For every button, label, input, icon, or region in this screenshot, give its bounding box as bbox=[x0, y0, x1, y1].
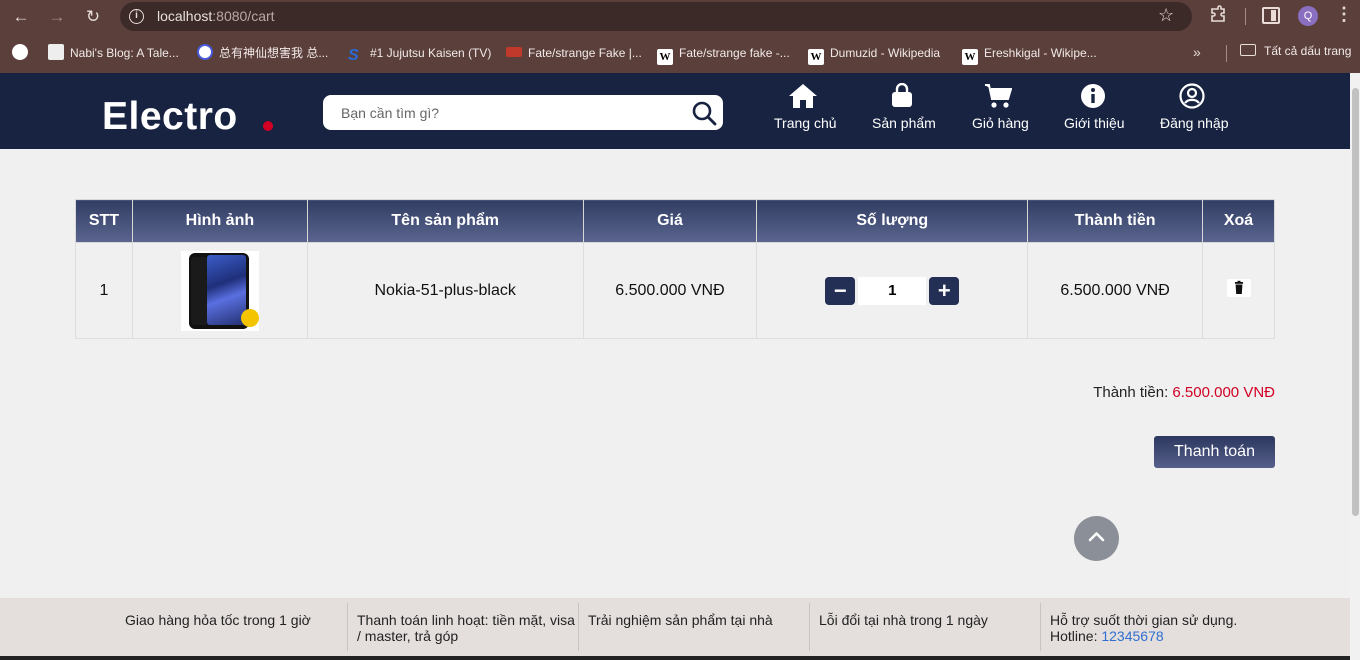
nav-label: Trang chủ bbox=[774, 115, 837, 131]
column-header: Số lượng bbox=[756, 199, 1029, 243]
apps-globe-icon[interactable] bbox=[12, 44, 34, 62]
search-input[interactable] bbox=[323, 95, 723, 130]
total-label: Thành tiền: bbox=[1093, 384, 1169, 401]
cart-total: Thành tiền: 6.500.000 VNĐ bbox=[1093, 384, 1275, 401]
footer-feature: Lỗi đổi tại nhà trong 1 ngày bbox=[809, 603, 1039, 651]
nav-home[interactable]: Trang chủ bbox=[774, 83, 837, 143]
footer-feature: Giao hàng hỏa tốc trong 1 giờ bbox=[125, 612, 311, 628]
footer-support: Hỗ trợ suốt thời gian sử dụng. Hotline: … bbox=[1040, 603, 1280, 651]
nav-cart[interactable]: Giỏ hàng bbox=[972, 83, 1029, 143]
info-icon bbox=[1081, 84, 1105, 108]
all-bookmarks-folder[interactable]: Tất cả dấu trang bbox=[1240, 44, 1351, 58]
browser-toolbar: ← → ↻ i localhost:8080/cart ☆ Q ⋮ bbox=[0, 0, 1360, 33]
footer-bottom-bar bbox=[0, 656, 1350, 660]
quantity-input[interactable] bbox=[858, 276, 927, 305]
address-bar[interactable]: i localhost:8080/cart bbox=[120, 2, 1192, 31]
trash-icon bbox=[1234, 280, 1243, 294]
phone-back bbox=[190, 256, 207, 325]
more-menu-icon[interactable]: ⋮ bbox=[1335, 4, 1353, 25]
row-subtotal: 6.500.000 VNĐ bbox=[1027, 242, 1203, 339]
nav-products[interactable]: Sản phẩm bbox=[872, 83, 936, 143]
bookmark-item[interactable]: 总有神仙想害我 总... bbox=[197, 44, 328, 62]
nav-label: Giỏ hàng bbox=[972, 115, 1029, 131]
footer-feature: Thanh toán linh hoạt: tiền mặt, visa / m… bbox=[347, 603, 577, 651]
footer-feature: Trải nghiệm sản phẩm tại nhà bbox=[578, 603, 808, 651]
user-circle-icon bbox=[1179, 83, 1205, 109]
checkout-button[interactable]: Thanh toán bbox=[1154, 436, 1275, 468]
bookmark-item[interactable]: W Fate/strange fake -... bbox=[657, 44, 790, 65]
column-header: Tên sản phẩm bbox=[306, 199, 584, 243]
nav-label: Sản phẩm bbox=[872, 115, 936, 131]
bookmark-item[interactable]: Nabi's Blog: A Tale... bbox=[48, 44, 179, 62]
reload-icon[interactable]: ↻ bbox=[82, 6, 104, 28]
support-text: Hỗ trợ suốt thời gian sử dụng. bbox=[1050, 612, 1238, 628]
product-name[interactable]: Nokia-51-plus-black bbox=[306, 242, 584, 339]
bookmark-item[interactable]: Fate/strange Fake |... bbox=[506, 44, 642, 62]
folder-icon bbox=[1240, 44, 1256, 56]
bookmark-favicon-icon bbox=[48, 44, 64, 60]
back-icon[interactable]: ← bbox=[10, 6, 32, 28]
toolbar-divider bbox=[1245, 8, 1246, 25]
chevron-up-icon bbox=[1088, 532, 1105, 542]
column-header: Thành tiền bbox=[1027, 199, 1203, 243]
profile-avatar[interactable]: Q bbox=[1298, 6, 1318, 26]
quantity-stepper: −+ bbox=[756, 242, 1029, 339]
bookmarks-divider bbox=[1226, 45, 1227, 62]
hotline-link[interactable]: 12345678 bbox=[1101, 628, 1163, 644]
wikipedia-icon: W bbox=[808, 49, 824, 65]
nav-login[interactable]: Đăng nhập bbox=[1160, 83, 1229, 143]
more-bookmarks-icon[interactable]: » bbox=[1193, 44, 1201, 60]
table-row: 1 Nokia-51-plus-black 6.500.000 VNĐ −+ 6… bbox=[75, 242, 1275, 339]
home-icon bbox=[789, 84, 817, 108]
cart-table: STT Hình ảnh Tên sản phẩm Giá Số lượng T… bbox=[75, 199, 1275, 339]
forward-icon[interactable]: → bbox=[46, 6, 68, 28]
nav-label: Đăng nhập bbox=[1160, 115, 1229, 131]
bookmark-favicon-icon bbox=[197, 44, 213, 60]
bookmark-star-icon[interactable]: ☆ bbox=[1158, 5, 1174, 26]
shopping-bag-icon bbox=[892, 83, 912, 107]
product-image[interactable] bbox=[180, 250, 259, 331]
column-header: Xoá bbox=[1202, 199, 1275, 243]
site-info-icon[interactable]: i bbox=[129, 9, 144, 24]
bookmark-favicon-icon bbox=[506, 47, 522, 57]
bookmark-item[interactable]: W Dumuzid - Wikipedia bbox=[808, 44, 940, 65]
logo-dot bbox=[263, 121, 273, 131]
site-logo[interactable]: Electro bbox=[102, 95, 238, 139]
hotline-label: Hotline: bbox=[1050, 628, 1098, 644]
decrease-quantity-button[interactable]: − bbox=[825, 276, 856, 305]
scroll-to-top-button[interactable] bbox=[1074, 516, 1119, 561]
column-header: STT bbox=[75, 199, 133, 243]
url-text: localhost:8080/cart bbox=[157, 8, 275, 24]
row-index: 1 bbox=[75, 242, 133, 339]
table-header-row: STT Hình ảnh Tên sản phẩm Giá Số lượng T… bbox=[75, 199, 1275, 243]
bookmark-favicon-icon: S bbox=[348, 47, 359, 64]
extensions-icon[interactable] bbox=[1208, 5, 1228, 25]
scrollbar-thumb[interactable] bbox=[1352, 88, 1359, 516]
product-image-cell bbox=[131, 242, 308, 339]
phone-screen bbox=[206, 254, 246, 325]
bookmarks-bar: Nabi's Blog: A Tale... 总有神仙想害我 总... S #1 … bbox=[0, 33, 1360, 73]
nav-about[interactable]: Giới thiệu bbox=[1064, 83, 1125, 143]
column-header: Giá bbox=[582, 199, 758, 243]
nav-label: Giới thiệu bbox=[1064, 115, 1125, 131]
site-header: Electro Trang chủ Sản phẩm Giỏ hàng G bbox=[0, 73, 1350, 149]
increase-quantity-button[interactable]: + bbox=[929, 276, 960, 305]
column-header: Hình ảnh bbox=[131, 199, 308, 243]
total-amount: 6.500.000 VNĐ bbox=[1172, 384, 1275, 401]
wikipedia-icon: W bbox=[657, 49, 673, 65]
delete-cell bbox=[1202, 242, 1275, 339]
search-icon[interactable] bbox=[690, 99, 718, 127]
cart-icon bbox=[985, 84, 1012, 108]
promo-badge bbox=[240, 308, 259, 327]
wikipedia-icon: W bbox=[962, 49, 978, 65]
side-panel-icon[interactable] bbox=[1262, 7, 1280, 24]
delete-item-button[interactable] bbox=[1226, 279, 1251, 297]
product-price: 6.500.000 VNĐ bbox=[582, 242, 758, 339]
footer-features: Giao hàng hỏa tốc trong 1 giờ Thanh toán… bbox=[0, 598, 1350, 656]
bookmark-item[interactable]: S #1 Jujutsu Kaisen (TV) bbox=[348, 44, 491, 64]
bookmark-item[interactable]: W Ereshkigal - Wikipe... bbox=[962, 44, 1097, 65]
